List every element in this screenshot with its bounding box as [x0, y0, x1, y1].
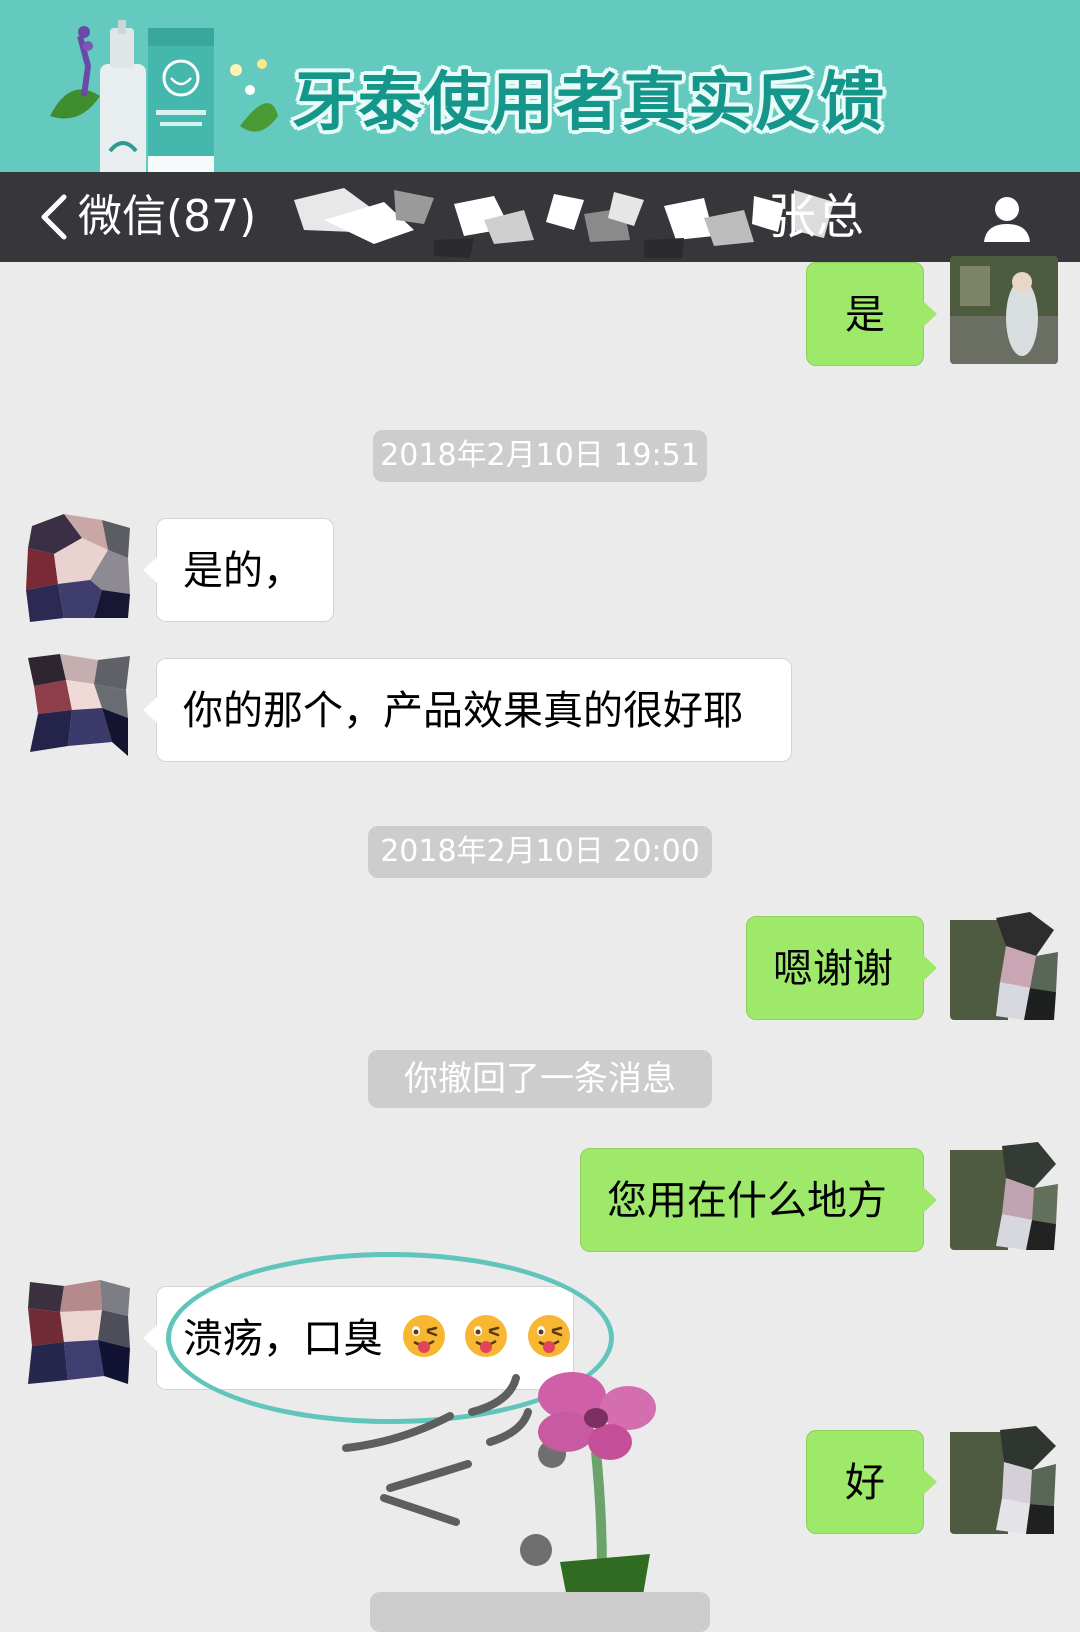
my-avatar[interactable] [950, 256, 1058, 364]
message-text: 是的， [183, 548, 303, 594]
chevron-left-icon [41, 194, 67, 240]
sent-message-bubble[interactable]: 是 [806, 262, 937, 366]
message-text: 好 [845, 1460, 885, 1506]
contact-name: 张总 [767, 189, 864, 245]
timestamp-badge: 2018年2月10日 19:51 [373, 430, 707, 482]
my-avatar[interactable] [950, 912, 1058, 1020]
person-icon[interactable] [982, 194, 1032, 244]
my-avatar[interactable] [950, 1426, 1058, 1534]
sent-message-bubble[interactable]: 您用在什么地方 [580, 1148, 937, 1252]
system-notice-text: 你撤回了一条消息 [404, 1059, 676, 1099]
chat-title: 张总 [284, 172, 864, 262]
promo-banner: 牙泰使用者真实反馈 [0, 0, 1080, 184]
timestamp-badge [370, 1592, 710, 1632]
message-text: 嗯谢谢 [773, 946, 893, 992]
pixelated-name-mosaic [294, 188, 834, 258]
spray-bottle-icon [50, 20, 278, 184]
chat-area[interactable]: 是 2018年2月10日 19:51 是的， 你的那个，产品效果真的很好耶 20… [0, 256, 1080, 1632]
sent-message-bubble[interactable]: 好 [806, 1430, 937, 1534]
contact-avatar[interactable] [24, 652, 132, 760]
timestamp-badge: 2018年2月10日 20:00 [368, 826, 712, 878]
contact-avatar[interactable] [24, 1280, 132, 1388]
chat-nav-bar: 微信(87) 张总 [0, 172, 1080, 262]
received-message-bubble[interactable]: 你的那个，产品效果真的很好耶 [143, 658, 792, 762]
contact-avatar[interactable] [24, 514, 132, 622]
sent-message-bubble[interactable]: 嗯谢谢 [746, 916, 937, 1020]
message-text: 是 [845, 292, 885, 338]
timestamp-text: 2018年2月10日 20:00 [380, 834, 700, 869]
banner-title: 牙泰使用者真实反馈 [292, 66, 886, 140]
message-text: 您用在什么地方 [607, 1178, 887, 1224]
flower-doodle-illustration [342, 1372, 656, 1613]
system-notice: 你撤回了一条消息 [368, 1050, 712, 1108]
back-label: 微信(87) [78, 191, 257, 242]
back-button[interactable]: 微信(87) [36, 172, 256, 262]
my-avatar[interactable] [950, 1142, 1058, 1250]
received-message-bubble[interactable]: 是的， [143, 518, 334, 622]
message-text: 你的那个，产品效果真的很好耶 [183, 688, 743, 734]
timestamp-text: 2018年2月10日 19:51 [380, 438, 700, 473]
